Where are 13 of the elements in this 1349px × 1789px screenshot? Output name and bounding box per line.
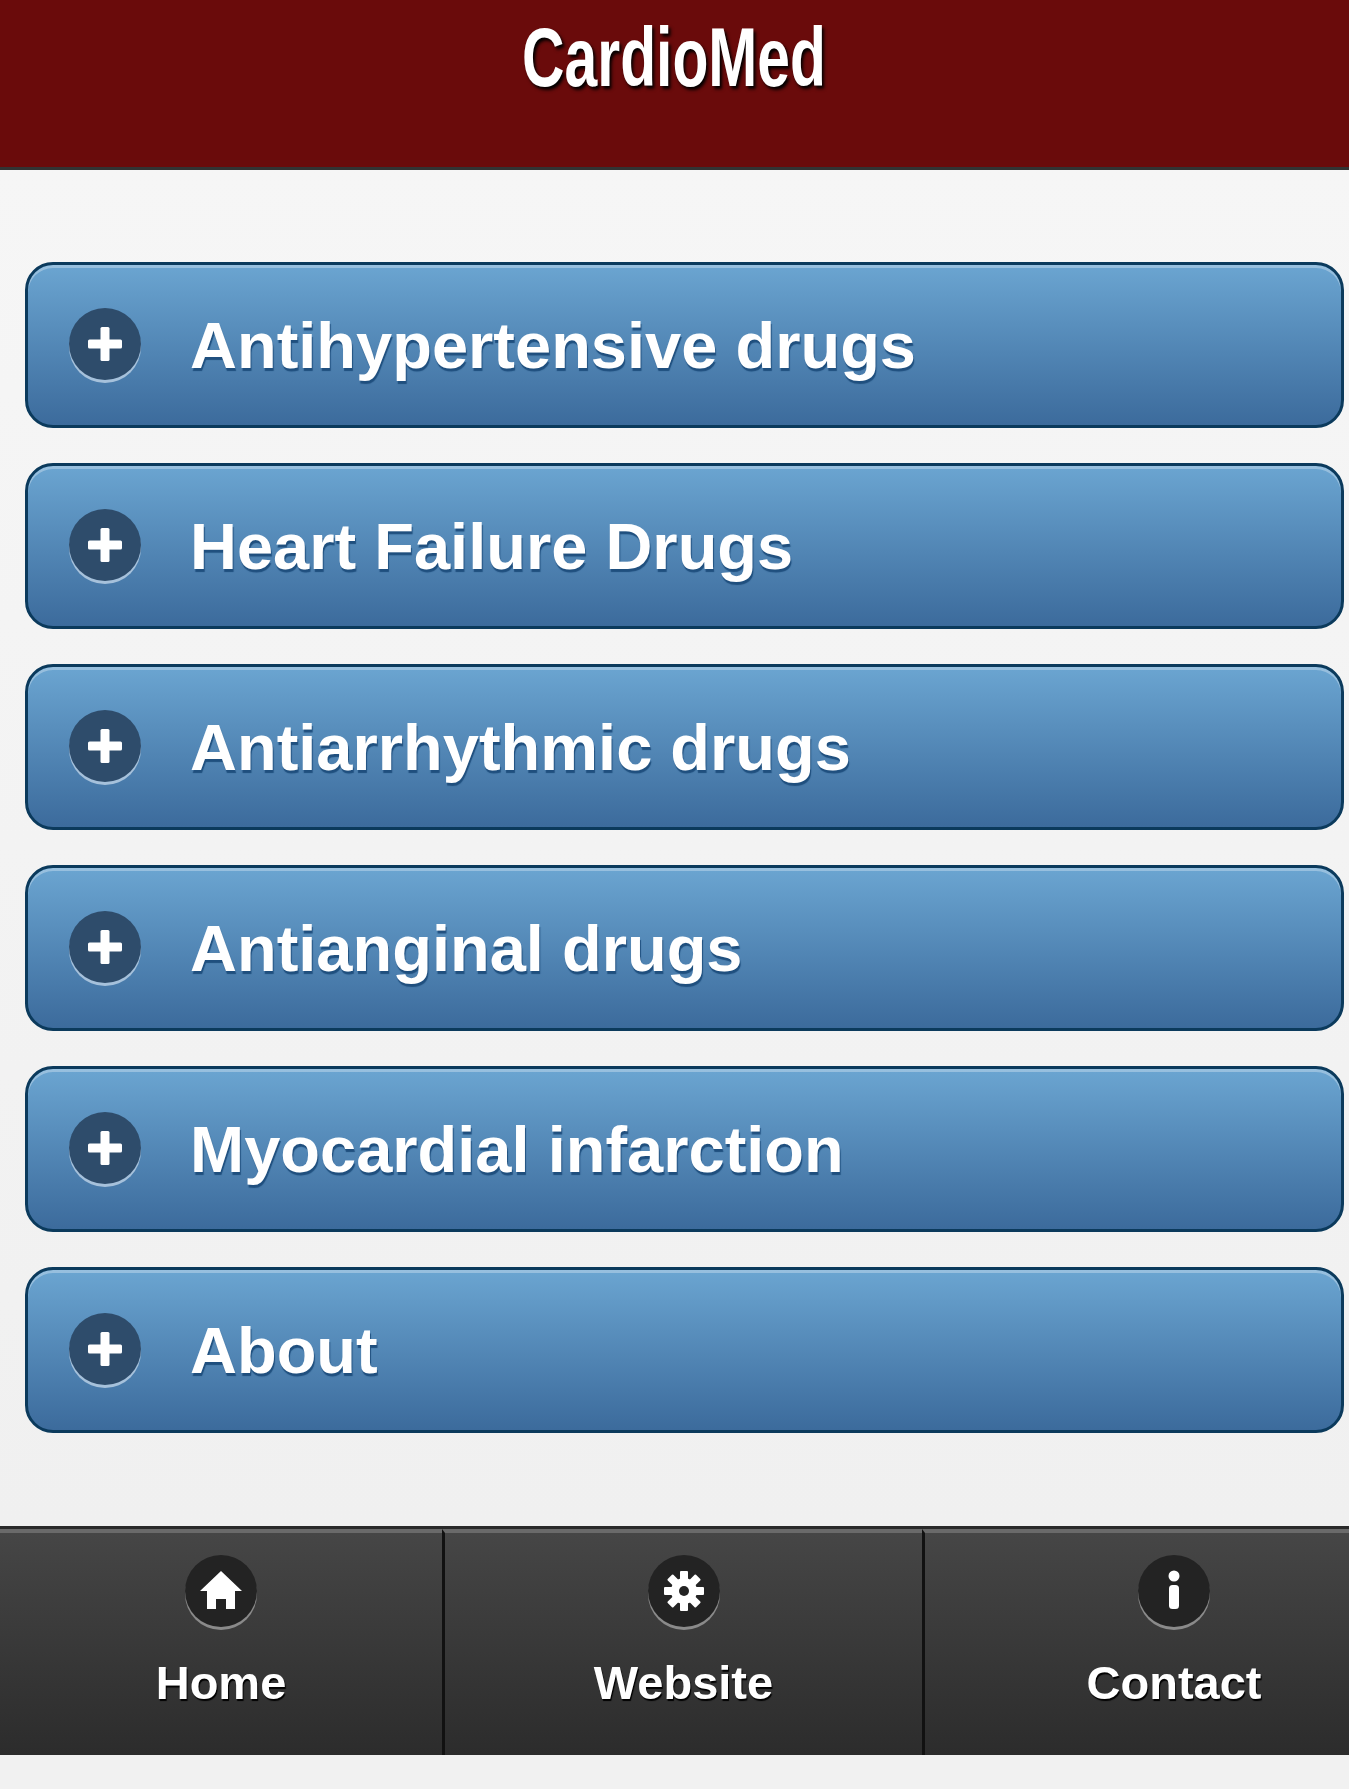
accordion-header[interactable]: Antihypertensive drugs — [25, 262, 1344, 428]
gear-icon — [646, 1554, 721, 1631]
nav-button[interactable]: Website — [442, 1529, 922, 1755]
info-icon — [1137, 1554, 1211, 1631]
accordion-header[interactable]: Myocardial infarction — [25, 1066, 1344, 1232]
accordion-header[interactable]: Heart Failure Drugs — [25, 463, 1344, 629]
app-title: CardioMed — [522, 13, 827, 101]
nav-button[interactable]: Home — [0, 1529, 442, 1755]
home-icon — [184, 1554, 258, 1631]
accordion-header[interactable]: Antianginal drugs — [25, 865, 1344, 1031]
accordion-header[interactable]: Antiarrhythmic drugs — [25, 664, 1344, 830]
nav-button[interactable]: Contact — [922, 1529, 1349, 1755]
accordion-header[interactable]: About — [25, 1267, 1344, 1433]
